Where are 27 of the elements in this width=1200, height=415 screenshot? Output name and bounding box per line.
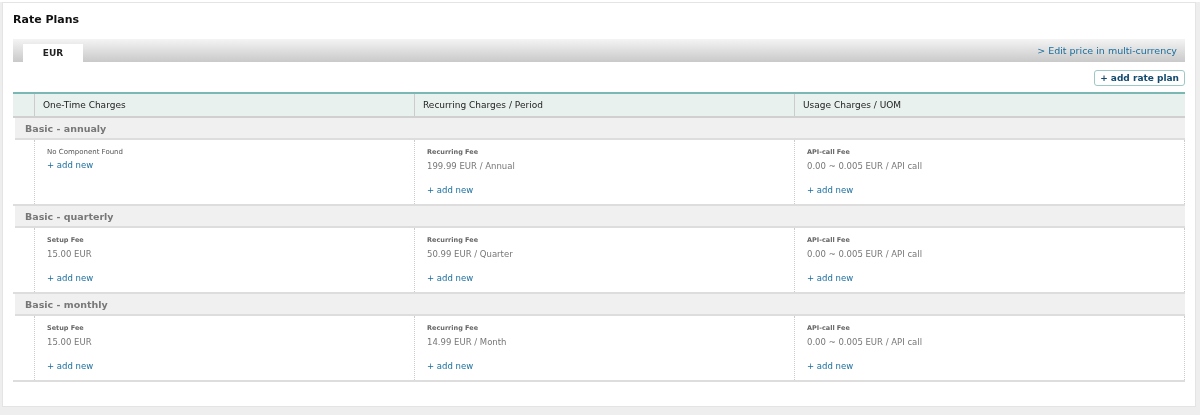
fee-price: 15.00 EUR <box>47 337 92 347</box>
add-new-link[interactable]: + add new <box>427 361 474 371</box>
multi-currency-link[interactable]: > Edit price in multi-currency <box>1037 45 1177 56</box>
add-new-link[interactable]: + add new <box>807 185 854 195</box>
plan-name: Basic - monthly <box>25 298 108 310</box>
column-header: Usage Charges / UOM <box>803 100 902 110</box>
add-new-link[interactable]: + add new <box>47 160 94 170</box>
add-new-link[interactable]: + add new <box>47 273 94 283</box>
fee-price: 0.00 ~ 0.005 EUR / API call <box>807 249 922 259</box>
fee-price: 0.00 ~ 0.005 EUR / API call <box>807 161 922 171</box>
plan-name: Basic - quarterly <box>25 210 114 222</box>
add-new-link[interactable]: + add new <box>807 273 854 283</box>
add-new-link[interactable]: + add new <box>427 273 474 283</box>
fee-price: 50.99 EUR / Quarter <box>427 249 513 259</box>
plan-name: Basic - annualy <box>25 122 107 134</box>
page-title: Rate Plans <box>13 13 80 26</box>
add-new-link[interactable]: + add new <box>47 361 94 371</box>
fee-price: 14.99 EUR / Month <box>427 337 507 347</box>
column-header: One-Time Charges <box>43 100 126 110</box>
fee-price: 199.99 EUR / Annual <box>427 161 515 171</box>
add-new-link[interactable]: + add new <box>427 185 474 195</box>
column-header: Recurring Charges / Period <box>423 100 543 110</box>
add-new-link[interactable]: + add new <box>807 361 854 371</box>
add-rate-plan-button[interactable]: + add rate plan <box>1094 70 1185 86</box>
currency-tab[interactable]: EUR <box>23 44 83 62</box>
fee-price: 15.00 EUR <box>47 249 92 259</box>
fee-price: 0.00 ~ 0.005 EUR / API call <box>807 337 922 347</box>
